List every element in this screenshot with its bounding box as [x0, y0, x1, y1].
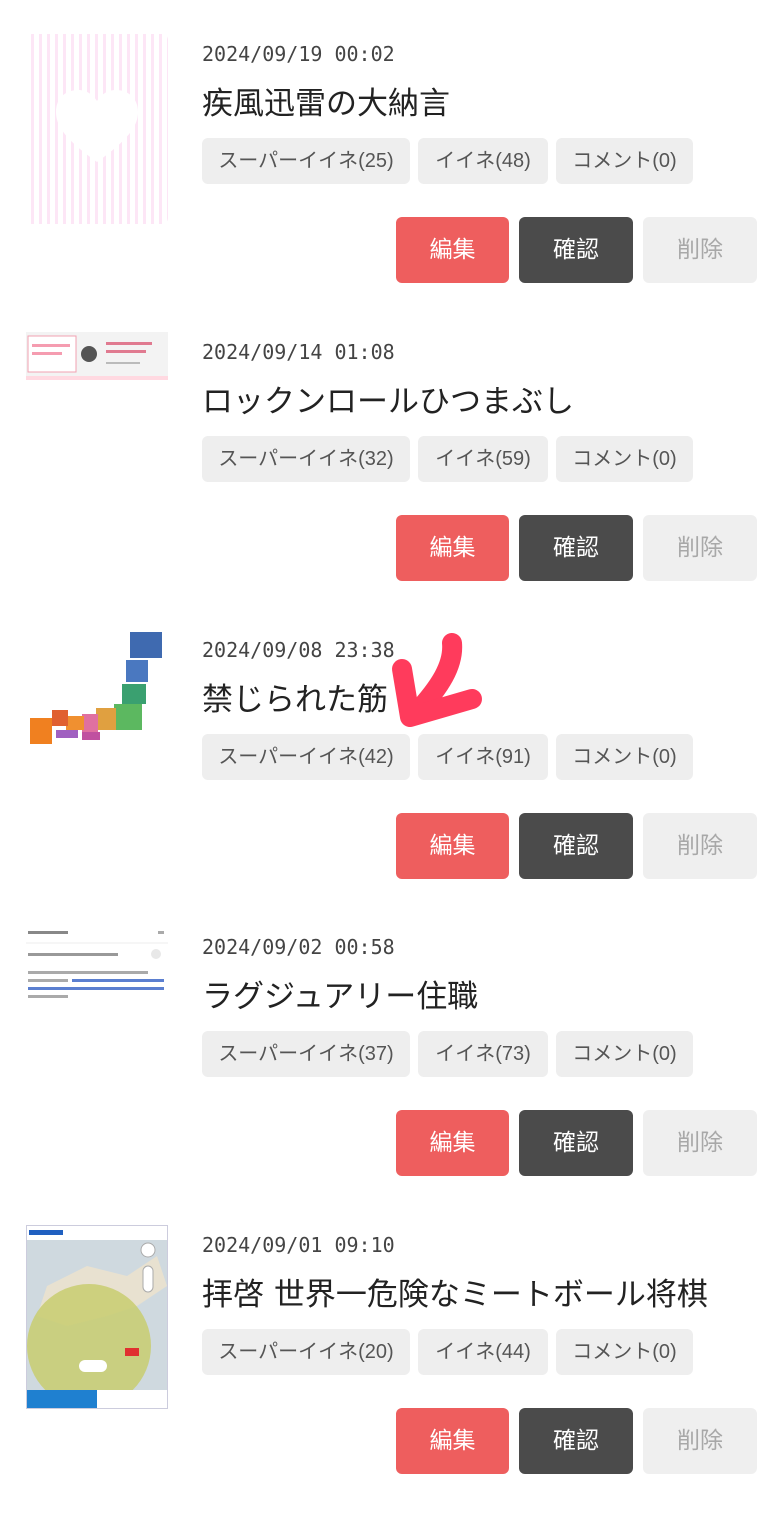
post-thumbnail[interactable] [26, 927, 168, 1017]
post-title[interactable]: 拝啓 世界一危険なミートボール将棋 [202, 1269, 708, 1314]
japan-map-icon [30, 632, 162, 744]
super-like-count: スーパーイイネ(32) [202, 436, 410, 482]
comment-count: コメント(0) [556, 1031, 693, 1077]
delete-button[interactable]: 削除 [643, 217, 757, 283]
like-count: イイネ(91) [418, 734, 548, 780]
confirm-button[interactable]: 確認 [519, 1110, 633, 1176]
edit-button[interactable]: 編集 [396, 1110, 509, 1176]
comment-count: コメント(0) [556, 734, 693, 780]
like-count: イイネ(44) [418, 1329, 548, 1375]
web-card-icon [26, 332, 168, 380]
super-like-count: スーパーイイネ(42) [202, 734, 410, 780]
weather-map-icon [27, 1226, 167, 1408]
like-count: イイネ(59) [418, 436, 548, 482]
confirm-button[interactable]: 確認 [519, 217, 633, 283]
edit-button[interactable]: 編集 [396, 1408, 509, 1474]
like-count: イイネ(48) [418, 138, 548, 184]
heart-icon [56, 90, 138, 162]
super-like-count: スーパーイイネ(37) [202, 1031, 410, 1077]
edit-button[interactable]: 編集 [396, 217, 509, 283]
comment-count: コメント(0) [556, 436, 693, 482]
comment-count: コメント(0) [556, 138, 693, 184]
post-thumbnail[interactable] [26, 630, 168, 750]
text-snippet-icon [26, 931, 168, 998]
super-like-count: スーパーイイネ(25) [202, 138, 410, 184]
post-date: 2024/09/08 23:38 [202, 638, 395, 662]
post-title[interactable]: ラグジュアリー住職 [202, 971, 478, 1016]
post-date: 2024/09/01 09:10 [202, 1233, 395, 1257]
post-item: 2024/09/19 00:02 疾風迅雷の大納言 スーパーイイネ(25) イイ… [0, 34, 781, 332]
edit-button[interactable]: 編集 [396, 813, 509, 879]
post-thumbnail[interactable] [26, 1225, 168, 1409]
delete-button[interactable]: 削除 [643, 1110, 757, 1176]
like-count: イイネ(73) [418, 1031, 548, 1077]
post-item: 2024/09/02 00:58 ラグジュアリー住職 スーパーイイネ(37) イ… [0, 927, 781, 1225]
post-date: 2024/09/14 01:08 [202, 340, 395, 364]
confirm-button[interactable]: 確認 [519, 813, 633, 879]
post-date: 2024/09/19 00:02 [202, 42, 395, 66]
post-title[interactable]: 禁じられた筋 [202, 674, 388, 719]
delete-button[interactable]: 削除 [643, 813, 757, 879]
confirm-button[interactable]: 確認 [519, 515, 633, 581]
post-title[interactable]: 疾風迅雷の大納言 [202, 78, 450, 123]
post-title[interactable]: ロックンロールひつまぶし [202, 376, 574, 421]
post-item: 2024/09/14 01:08 ロックンロールひつまぶし スーパーイイネ(32… [0, 332, 781, 630]
post-thumbnail[interactable] [26, 34, 168, 224]
super-like-count: スーパーイイネ(20) [202, 1329, 410, 1375]
red-arrow-down-left-icon [392, 633, 482, 727]
post-date: 2024/09/02 00:58 [202, 935, 395, 959]
post-item: 2024/09/01 09:10 拝啓 世界一危険なミートボール将棋 スーパーイ… [0, 1225, 781, 1523]
delete-button[interactable]: 削除 [643, 1408, 757, 1474]
comment-count: コメント(0) [556, 1329, 693, 1375]
post-thumbnail[interactable] [26, 332, 168, 380]
edit-button[interactable]: 編集 [396, 515, 509, 581]
confirm-button[interactable]: 確認 [519, 1408, 633, 1474]
delete-button[interactable]: 削除 [643, 515, 757, 581]
